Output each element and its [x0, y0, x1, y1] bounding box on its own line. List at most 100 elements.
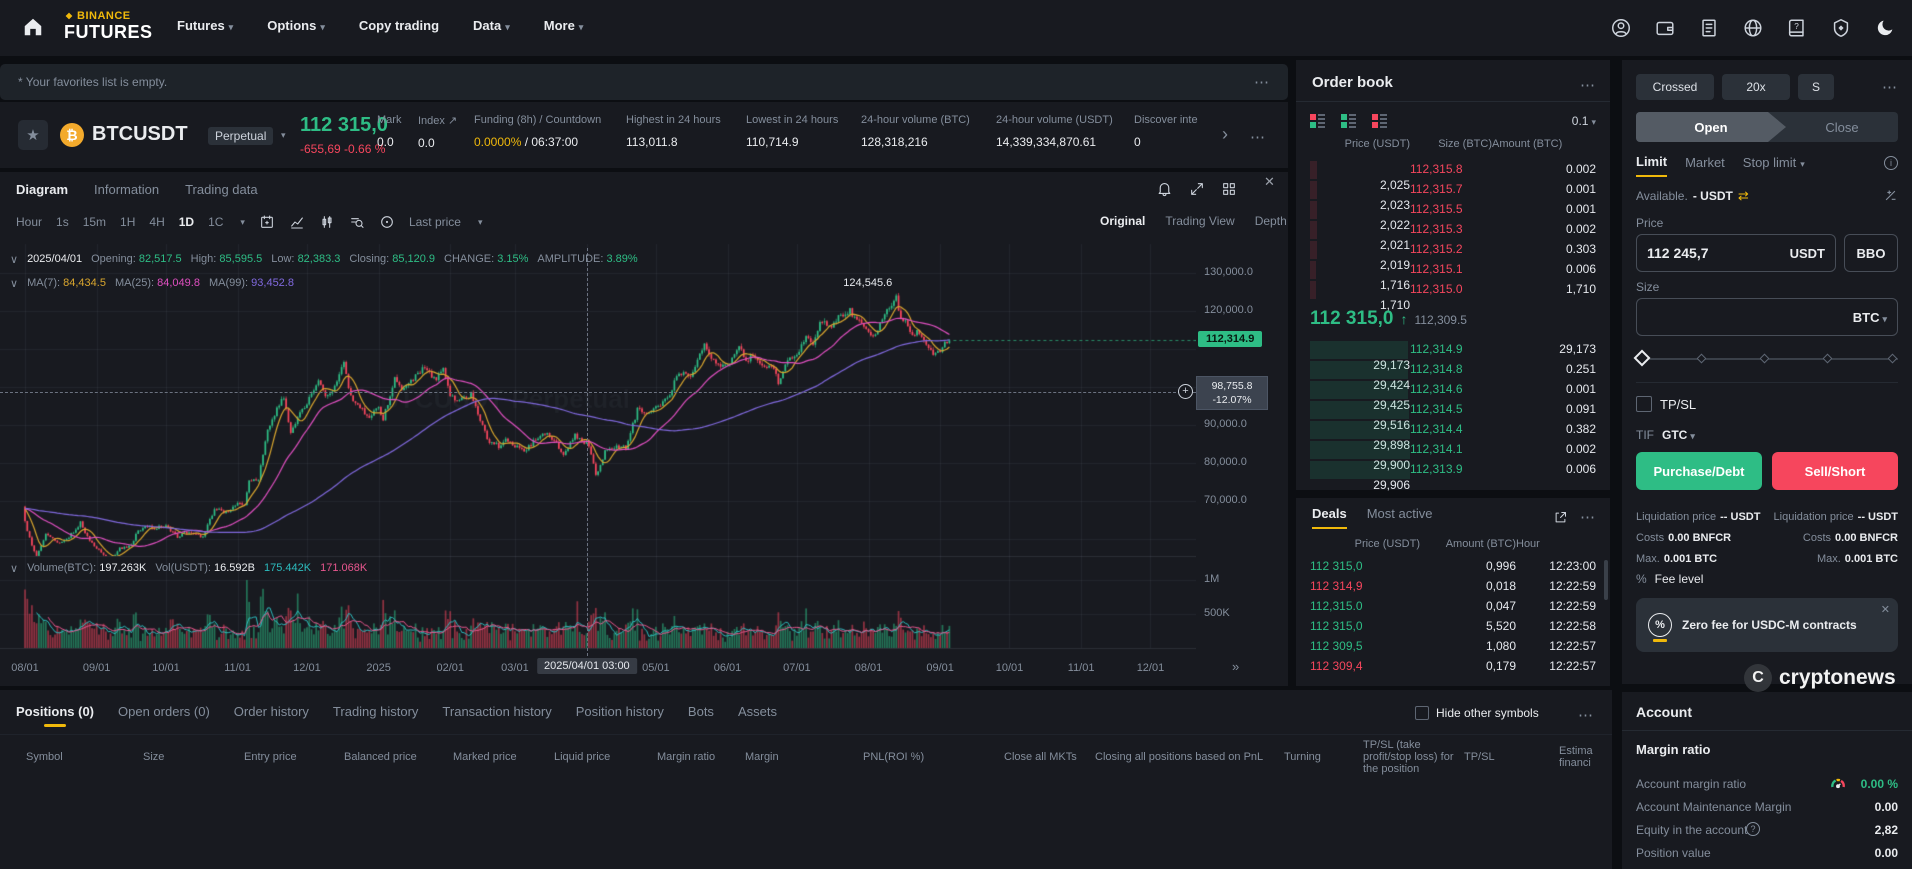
collapse-chevron-icon[interactable]: ∨	[10, 562, 18, 575]
binance-futures-logo[interactable]: BINANCE FUTURES	[64, 10, 153, 43]
order-type-tab[interactable]: Stop limit	[1743, 155, 1805, 176]
precision-select[interactable]: 0.1▾	[1572, 114, 1596, 128]
slider-stop[interactable]	[1697, 354, 1707, 364]
deals-tab[interactable]: Deals	[1312, 506, 1347, 529]
positions-tab[interactable]: Open orders (0)	[118, 704, 210, 727]
chart-tab[interactable]: Diagram	[16, 178, 68, 201]
bid-row[interactable]: 112,314.8 0.251 29,424	[1296, 360, 1610, 380]
interval-button[interactable]: 1H	[120, 215, 135, 229]
rewards-icon[interactable]	[1830, 17, 1852, 39]
book-mode-bids-icon[interactable]	[1341, 114, 1356, 128]
chart-close-icon[interactable]: ✕	[1264, 174, 1275, 190]
bid-row[interactable]: 112,314.4 0.382 29,898	[1296, 420, 1610, 440]
bid-row[interactable]: 112,314.9 29,173 29,173	[1296, 340, 1610, 360]
calculator-icon[interactable]	[1883, 188, 1898, 203]
deal-row[interactable]: 112 315,0 5,520 12:22:58	[1296, 616, 1610, 636]
interval-button[interactable]: 1D	[179, 215, 194, 229]
tpsl-row[interactable]: TP/SL	[1636, 396, 1696, 412]
candlestick-chart[interactable]	[0, 240, 1196, 672]
margin-mode-button[interactable]: Crossed	[1636, 74, 1714, 100]
interval-button[interactable]: Hour	[16, 215, 42, 229]
nav-menu-item[interactable]: Options	[267, 18, 325, 39]
interval-chevron-icon[interactable]: ▾	[240, 217, 245, 228]
deal-row[interactable]: 112 314,9 0,018 12:22:59	[1296, 576, 1610, 596]
positions-tab[interactable]: Transaction history	[442, 704, 551, 727]
target-icon[interactable]	[379, 214, 395, 230]
bid-row[interactable]: 112,314.6 0.001 29,425	[1296, 380, 1610, 400]
tif-select[interactable]: GTC▾	[1662, 428, 1695, 442]
deal-row[interactable]: 112 309,5 1,080 12:22:57	[1296, 636, 1610, 656]
hide-other-symbols-toggle[interactable]: Hide other symbols	[1415, 706, 1539, 720]
open-tab[interactable]: Open	[1636, 112, 1786, 142]
nav-menu-item[interactable]: More	[544, 18, 584, 39]
export-icon[interactable]	[1553, 510, 1568, 525]
collapse-chevron-icon[interactable]: ∨	[10, 277, 18, 290]
slider-stop[interactable]	[1888, 354, 1898, 364]
leverage-button[interactable]: 20x	[1722, 74, 1790, 100]
candle-settings-icon[interactable]	[319, 214, 335, 230]
mode-s-button[interactable]: S	[1798, 74, 1834, 100]
price-mode-select[interactable]: Last price	[409, 215, 461, 229]
bbo-button[interactable]: BBO	[1844, 234, 1898, 272]
favorites-more-icon[interactable]: ⋯	[1254, 73, 1270, 91]
size-input[interactable]: BTC▾	[1636, 298, 1898, 336]
bid-row[interactable]: 112,313.9 0.006 29,906	[1296, 460, 1610, 480]
banner-close-icon[interactable]: ✕	[1881, 603, 1890, 616]
order-type-tab[interactable]: Market	[1685, 155, 1725, 176]
promo-banner[interactable]: % Zero fee for USDC-M contracts ✕	[1636, 598, 1898, 652]
nav-menu-item[interactable]: Data	[473, 18, 510, 39]
chart-style-icon[interactable]	[289, 214, 305, 230]
positions-tab[interactable]: Position history	[576, 704, 664, 727]
bid-row[interactable]: 112,314.1 0.002 29,900	[1296, 440, 1610, 460]
hide-symbols-checkbox[interactable]	[1415, 706, 1429, 720]
deals-tab[interactable]: Most active	[1367, 506, 1433, 529]
help-icon[interactable]: ?	[1786, 17, 1808, 39]
price-mode-chevron-icon[interactable]: ▾	[478, 217, 483, 228]
fee-level-row[interactable]: % Fee level	[1636, 572, 1703, 586]
scroll-to-latest-icon[interactable]: »	[1232, 659, 1239, 674]
jump-to-date-icon[interactable]	[259, 214, 275, 230]
interval-button[interactable]: 15m	[83, 215, 106, 229]
ask-row[interactable]: 112,315.8 0.002 2,025	[1296, 160, 1610, 180]
home-icon[interactable]	[22, 16, 44, 38]
chart-tab[interactable]: Trading data	[185, 178, 258, 201]
deals-more-icon[interactable]: ⋯	[1580, 508, 1596, 526]
orderbook-more-icon[interactable]: ⋯	[1580, 76, 1596, 94]
chart-tab[interactable]: Information	[94, 178, 159, 201]
profile-icon[interactable]	[1610, 17, 1632, 39]
ticker-more-icon[interactable]: ⋯	[1250, 128, 1266, 146]
apps-grid-icon[interactable]	[1221, 181, 1237, 197]
view-tab[interactable]: Trading View	[1165, 214, 1234, 228]
trade-more-icon[interactable]: ⋯	[1882, 78, 1898, 96]
deal-row[interactable]: 112 309,4 0,179 12:22:57	[1296, 656, 1610, 676]
positions-tab[interactable]: Trading history	[333, 704, 419, 727]
positions-tab[interactable]: Bots	[688, 704, 714, 727]
view-tab[interactable]: Original	[1100, 214, 1145, 228]
book-mode-both-icon[interactable]	[1310, 114, 1325, 128]
slider-handle[interactable]	[1634, 350, 1651, 367]
buy-button[interactable]: Purchase/Debt	[1636, 452, 1762, 490]
nav-menu-item[interactable]: Futures	[177, 18, 233, 39]
sell-button[interactable]: Sell/Short	[1772, 452, 1898, 490]
book-mode-asks-icon[interactable]	[1372, 114, 1387, 128]
deal-row[interactable]: 112 315,0 0,996 12:23:00	[1296, 556, 1610, 576]
price-input[interactable]: 112 245,7 USDT	[1636, 234, 1836, 272]
info-icon[interactable]: i	[1884, 156, 1898, 170]
equity-info-icon[interactable]: ?	[1746, 822, 1760, 836]
size-unit-select[interactable]: BTC▾	[1853, 310, 1887, 325]
interval-button[interactable]: 1C	[208, 215, 223, 229]
fullscreen-icon[interactable]	[1189, 181, 1205, 197]
orders-icon[interactable]	[1698, 17, 1720, 39]
positions-more-icon[interactable]: ⋯	[1578, 706, 1594, 724]
stats-next-chevron-icon[interactable]: ›	[1222, 124, 1228, 145]
indicator-search-icon[interactable]	[349, 214, 365, 230]
wallet-icon[interactable]	[1654, 17, 1676, 39]
transfer-icon[interactable]: ⇄	[1738, 188, 1749, 204]
alert-bell-icon[interactable]	[1156, 180, 1173, 197]
size-slider[interactable]	[1636, 352, 1898, 366]
tpsl-checkbox[interactable]	[1636, 396, 1652, 412]
bid-row[interactable]: 112,314.5 0.091 29,516	[1296, 400, 1610, 420]
deal-row[interactable]: 112,315.0 0,047 12:22:59	[1296, 596, 1610, 616]
interval-button[interactable]: 1s	[56, 215, 69, 229]
dark-mode-icon[interactable]	[1874, 17, 1896, 39]
